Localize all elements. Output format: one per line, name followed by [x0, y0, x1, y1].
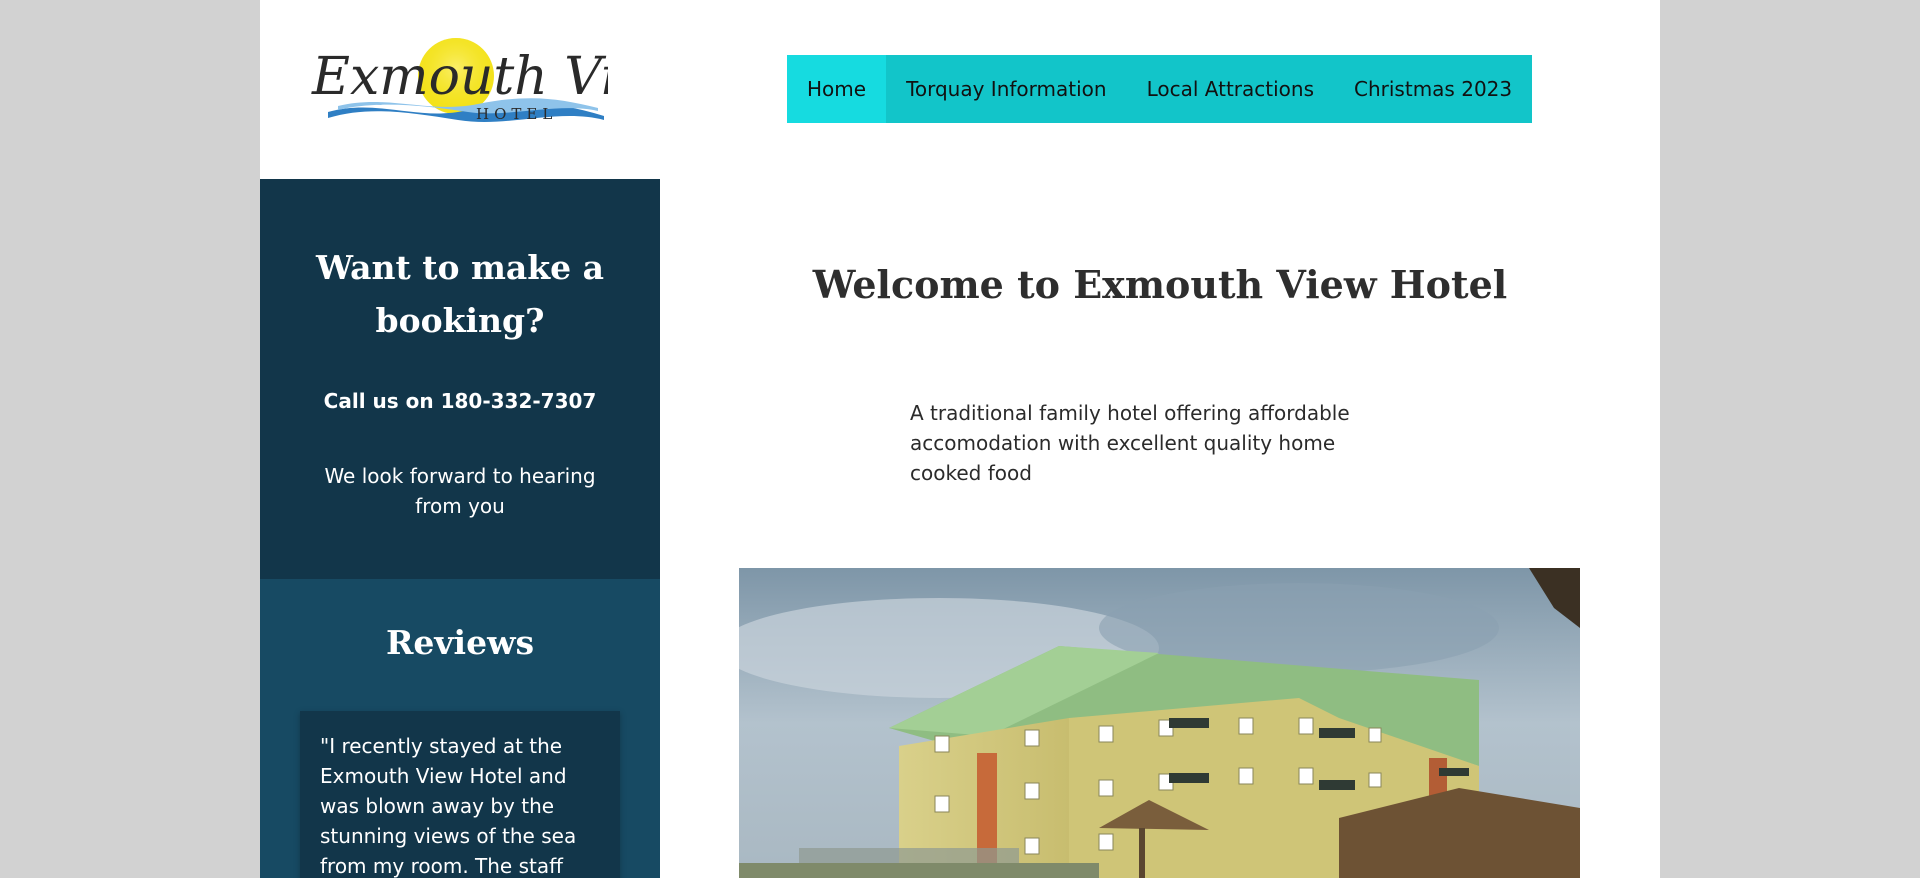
review-quote: "I recently stayed at the Exmouth View H… — [320, 734, 577, 878]
nav-item-local-attractions[interactable]: Local Attractions — [1127, 55, 1334, 123]
booking-title: Want to make a booking? — [315, 248, 605, 340]
nav-item-home[interactable]: Home — [787, 55, 887, 123]
booking-phone: Call us on 180-332-7307 — [323, 389, 597, 413]
booking-panel: Want to make a booking? Call us on 180-3… — [260, 179, 660, 579]
nav-item-christmas-2023[interactable]: Christmas 2023 — [1334, 55, 1532, 123]
hotel-photo — [739, 568, 1580, 878]
logo-subtitle: HOTEL — [476, 105, 557, 123]
page-title: Welcome to Exmouth View Hotel — [812, 262, 1508, 307]
main-nav: Home Torquay Information Local Attractio… — [787, 55, 1533, 123]
intro-text: A traditional family hotel offering affo… — [910, 401, 1350, 485]
nav-item-torquay-information[interactable]: Torquay Information — [886, 55, 1127, 123]
reviews-title: Reviews — [385, 623, 535, 662]
booking-note: We look forward to hearing from you — [324, 464, 596, 518]
page: Exmouth View HOTEL Home Torquay Informat… — [260, 0, 1660, 878]
hotel-logo[interactable]: Exmouth View HOTEL — [308, 36, 608, 126]
review-card: "I recently stayed at the Exmouth View H… — [300, 711, 620, 878]
reviews-panel: Reviews "I recently stayed at the Exmout… — [260, 579, 660, 878]
logo-name: Exmouth View — [311, 47, 608, 107]
